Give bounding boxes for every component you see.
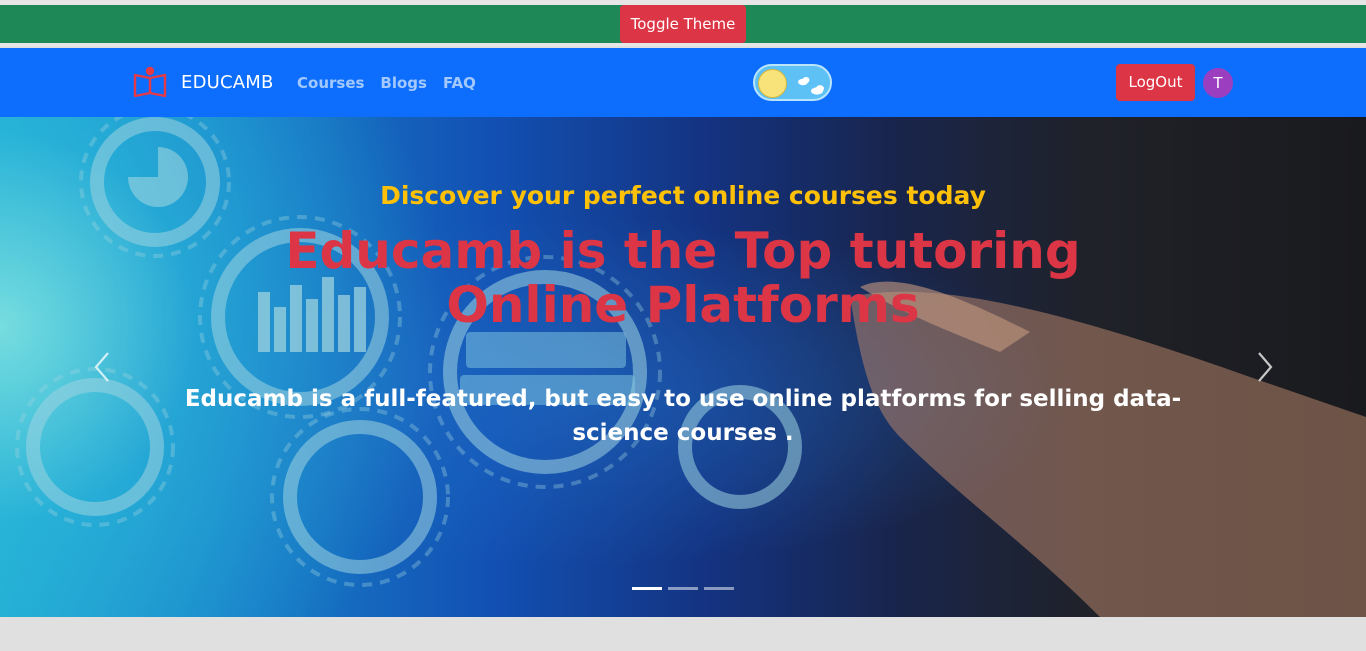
open-book-icon <box>133 66 167 98</box>
carousel-next-button[interactable] <box>1249 345 1279 389</box>
nav-link-courses[interactable]: Courses <box>297 72 364 94</box>
carousel-indicator-3[interactable] <box>704 587 734 590</box>
hero-lead: Educamb is a full-featured, but easy to … <box>184 386 1182 446</box>
brand[interactable]: EDUCAMB <box>132 65 274 99</box>
page-bottom <box>0 617 1366 651</box>
nav-links: Courses Blogs FAQ <box>297 72 476 94</box>
chevron-right-icon <box>1258 352 1273 382</box>
nav-link-faq[interactable]: FAQ <box>443 72 476 94</box>
carousel-indicator-2[interactable] <box>668 587 698 590</box>
carousel-indicators <box>632 587 734 590</box>
nav-link-blogs[interactable]: Blogs <box>380 72 427 94</box>
theme-switch[interactable] <box>753 64 832 101</box>
avatar[interactable]: T <box>1203 68 1233 98</box>
toggle-theme-button[interactable]: Toggle Theme <box>620 5 746 43</box>
sun-icon <box>758 69 787 98</box>
chevron-left-icon <box>94 352 109 382</box>
hero-headline: Educamb is the Top tutoring Online Platf… <box>285 222 1081 334</box>
carousel-indicator-1[interactable] <box>632 587 662 590</box>
cloud-icon <box>798 77 824 95</box>
carousel-prev-button[interactable] <box>88 345 118 389</box>
brand-name: EDUCAMB <box>181 71 274 93</box>
logout-button[interactable]: LogOut <box>1116 64 1195 101</box>
hero-eyebrow: Discover your perfect online courses tod… <box>380 181 986 210</box>
